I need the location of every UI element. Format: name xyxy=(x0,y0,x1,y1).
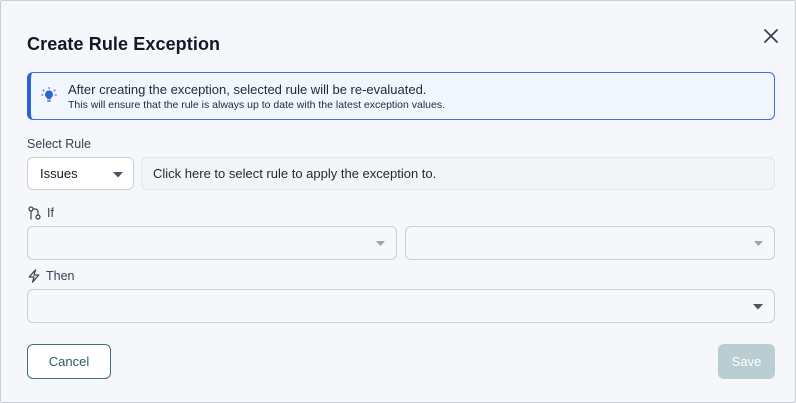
then-label: Then xyxy=(46,269,75,283)
chevron-down-icon xyxy=(113,172,123,178)
save-button[interactable]: Save xyxy=(718,344,775,379)
info-message: After creating the exception, selected r… xyxy=(68,82,427,97)
cancel-button[interactable]: Cancel xyxy=(27,344,111,379)
select-rule-label: Select Rule xyxy=(27,137,91,151)
branch-condition-icon xyxy=(28,206,41,220)
close-button[interactable] xyxy=(761,26,781,46)
chevron-down-icon xyxy=(376,241,385,246)
chevron-down-icon xyxy=(754,241,763,246)
info-detail: This will ensure that the rule is always… xyxy=(68,99,446,111)
rule-type-value: Issues xyxy=(40,166,78,181)
create-rule-exception-dialog: Create Rule Exception After creating the… xyxy=(0,0,796,403)
info-banner: After creating the exception, selected r… xyxy=(27,72,775,120)
dialog-title: Create Rule Exception xyxy=(27,34,221,54)
rule-picker-field[interactable]: Click here to select rule to apply the e… xyxy=(141,157,775,190)
chevron-down-icon xyxy=(753,304,763,310)
if-value-dropdown[interactable] xyxy=(405,226,775,260)
lightbulb-icon xyxy=(41,87,57,102)
if-label: If xyxy=(47,206,54,220)
then-action-dropdown[interactable] xyxy=(27,289,775,323)
close-icon xyxy=(764,29,778,43)
rule-type-select[interactable]: Issues xyxy=(27,157,134,190)
if-condition-dropdown[interactable] xyxy=(27,226,397,260)
lightning-icon xyxy=(28,269,40,283)
if-label-row: If xyxy=(28,206,54,220)
rule-picker-placeholder: Click here to select rule to apply the e… xyxy=(153,166,437,181)
then-label-row: Then xyxy=(28,269,75,283)
